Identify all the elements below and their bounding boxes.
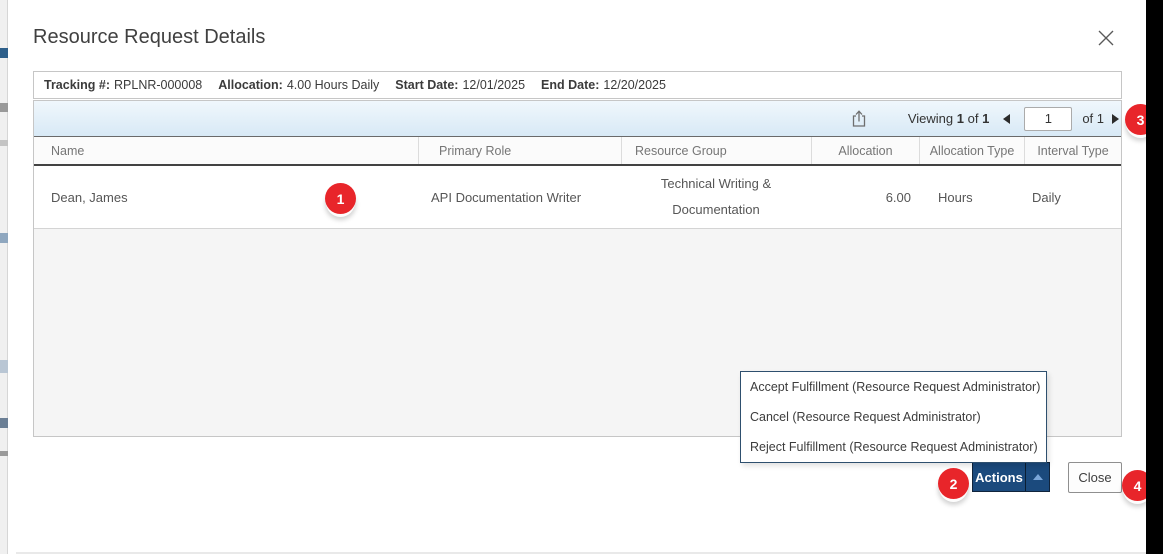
chevron-right-icon[interactable] <box>1112 113 1119 124</box>
summary-start-date-value: 12/01/2025 <box>462 78 526 92</box>
background-fragment <box>0 233 8 243</box>
annotation-badge-2: 2 <box>938 468 969 499</box>
column-header-interval-type[interactable]: Interval Type <box>1024 137 1121 164</box>
actions-dropdown-toggle[interactable] <box>1025 463 1049 491</box>
resource-request-details-modal: Resource Request Details Tracking #: RPLN… <box>8 0 1154 554</box>
viewing-current: 1 <box>956 111 964 126</box>
actions-button[interactable]: Actions <box>973 463 1025 491</box>
column-header-allocation-type[interactable]: Allocation Type <box>919 137 1024 164</box>
background-fragment <box>0 48 8 58</box>
close-button[interactable]: Close <box>1068 462 1122 493</box>
summary-bar: Tracking #: RPLNR-000008 Allocation: 4.00 … <box>33 71 1122 99</box>
viewing-total: 1 <box>982 111 990 126</box>
background-fragment <box>0 140 8 146</box>
summary-tracking-label: Tracking #: <box>44 78 110 92</box>
background-fragment <box>0 360 8 373</box>
summary-allocation-label: Allocation: <box>218 78 283 92</box>
summary-end-date: End Date: 12/20/2025 <box>541 78 666 92</box>
close-icon[interactable] <box>1096 28 1116 48</box>
table-row[interactable]: Dean, James API Documentation Writer Tec… <box>34 166 1121 229</box>
menu-item-cancel[interactable]: Cancel (Resource Request Administrator) <box>741 402 1046 432</box>
annotation-badge-1: 1 <box>325 183 356 214</box>
menu-item-accept-fulfillment[interactable]: Accept Fulfillment (Resource Request Adm… <box>741 372 1046 402</box>
export-icon[interactable] <box>848 108 870 130</box>
screenshot-black-band <box>1146 0 1163 554</box>
pager: of 1 <box>1003 106 1121 131</box>
summary-end-date-value: 12/20/2025 <box>603 78 666 92</box>
grid-toolbar: Viewing 1 of 1 of 1 <box>34 101 1121 137</box>
chevron-up-icon <box>1032 474 1043 480</box>
viewing-of-label: of <box>967 111 979 126</box>
cell-resource-group: Technical Writing & Documentation <box>660 176 772 217</box>
summary-start-date-label: Start Date: <box>395 78 459 92</box>
chevron-left-icon[interactable] <box>1003 113 1011 124</box>
page-number-input[interactable] <box>1024 106 1073 131</box>
summary-start-date: Start Date: 12/01/2025 <box>395 78 525 92</box>
screenshot-canvas: Resource Request Details Tracking #: RPLN… <box>0 0 1163 554</box>
menu-item-reject-fulfillment[interactable]: Reject Fulfillment (Resource Request Adm… <box>741 432 1046 462</box>
cell-allocation-type: Hours <box>938 189 973 205</box>
column-header-resource-group[interactable]: Resource Group <box>621 137 811 164</box>
background-page-sliver <box>0 0 8 554</box>
summary-allocation: Allocation: 4.00 Hours Daily <box>218 78 379 92</box>
summary-end-date-label: End Date: <box>541 78 600 92</box>
page-title: Resource Request Details <box>33 26 266 48</box>
background-fragment <box>0 418 8 428</box>
summary-tracking-value: RPLNR-000008 <box>114 78 203 92</box>
table-header-row: Name Primary Role Resource Group Allocat… <box>34 137 1121 166</box>
actions-split-button: Actions <box>972 462 1050 492</box>
column-header-name[interactable]: Name <box>34 137 418 164</box>
summary-allocation-value: 4.00 Hours Daily <box>286 78 380 92</box>
cell-interval-type: Daily <box>1032 189 1061 205</box>
viewing-label: Viewing <box>907 111 954 126</box>
cell-name: Dean, James <box>51 189 128 205</box>
cell-allocation: 6.00 <box>885 189 911 205</box>
viewing-status: Viewing 1 of 1 <box>908 111 989 126</box>
summary-tracking: Tracking #: RPLNR-000008 <box>44 78 202 92</box>
pager-of-total: of 1 <box>1082 111 1104 126</box>
column-header-primary-role[interactable]: Primary Role <box>418 137 621 164</box>
actions-dropdown-menu: Accept Fulfillment (Resource Request Adm… <box>740 371 1047 463</box>
background-fragment <box>0 451 8 456</box>
cell-primary-role: API Documentation Writer <box>431 189 582 205</box>
background-fragment <box>0 103 8 112</box>
column-header-allocation[interactable]: Allocation <box>811 137 919 164</box>
